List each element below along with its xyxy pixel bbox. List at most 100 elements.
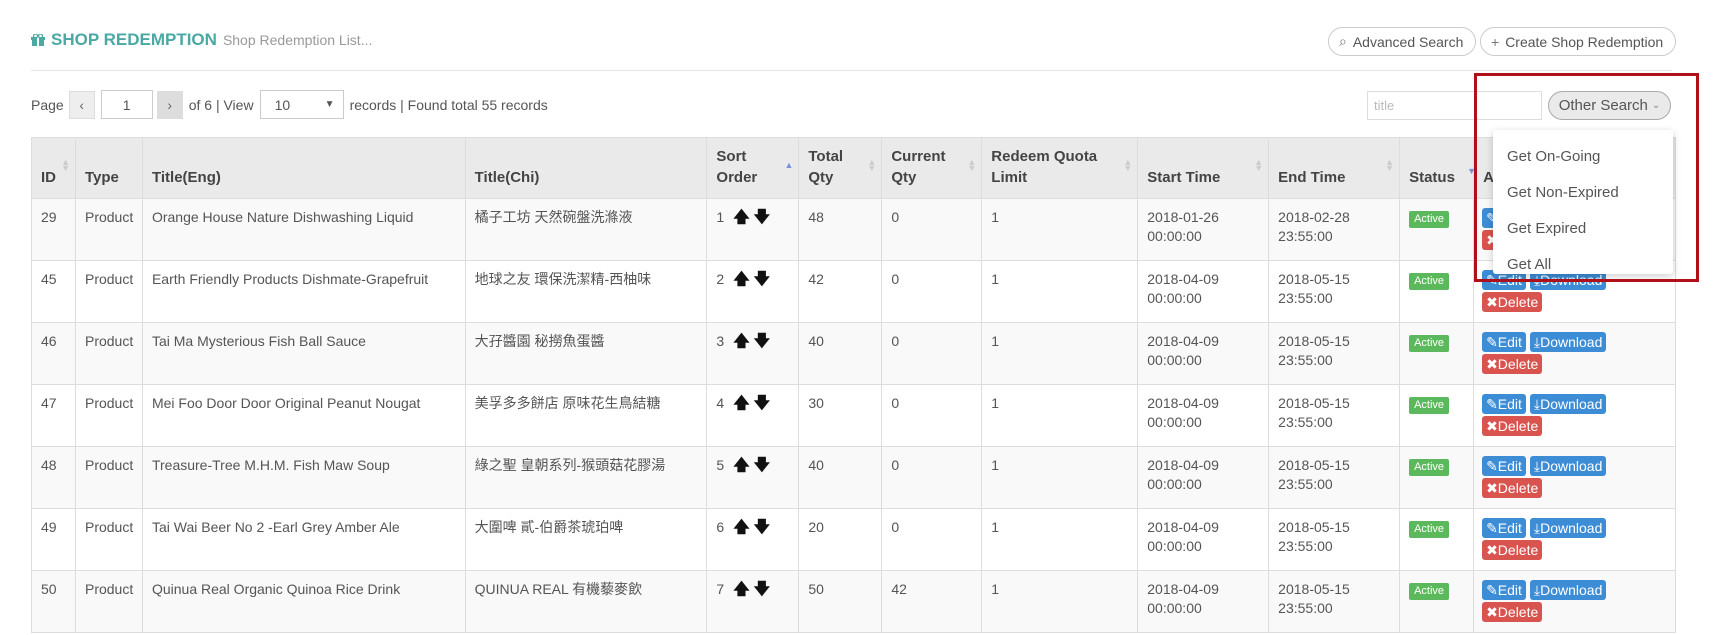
col-total-qty[interactable]: Total Qty ▲ ▼ — [798, 137, 883, 199]
cell-end-time: 2018-05-15 23:55:00 — [1268, 322, 1401, 385]
cell-total-qty: 40 — [798, 322, 883, 385]
status-badge: Active — [1409, 459, 1450, 476]
advanced-search-button[interactable]: ⌕ Advanced Search — [1328, 27, 1476, 56]
delete-button[interactable]: ✖Delete — [1482, 292, 1543, 312]
cell-type: Product — [74, 508, 143, 571]
edit-button[interactable]: ✎Edit — [1482, 456, 1526, 476]
col-title-eng[interactable]: Title(Eng) — [141, 137, 466, 199]
page-header: SHOP REDEMPTION Shop Redemption List... — [31, 30, 372, 58]
edit-button[interactable]: ✎Edit — [1482, 518, 1526, 538]
table-row: 29 Product Orange House Nature Dishwashing… — [31, 198, 1676, 261]
arrow-up-icon[interactable]: 🡅 — [733, 457, 753, 474]
cell-end-time: 2018-05-15 23:55:00 — [1268, 508, 1401, 571]
arrow-up-icon[interactable]: 🡅 — [733, 209, 753, 226]
download-button[interactable]: ⤓Download — [1529, 456, 1607, 476]
page-number-input[interactable] — [100, 90, 153, 119]
delete-button[interactable]: ✖Delete — [1482, 478, 1543, 498]
per-page-select[interactable]: 10 ▼ — [259, 90, 344, 119]
arrow-down-icon[interactable]: 🡇 — [754, 271, 774, 288]
arrow-down-icon[interactable]: 🡇 — [754, 209, 774, 226]
col-status[interactable]: Status ▼ — [1399, 137, 1476, 199]
cell-title-eng: Earth Friendly Products Dishmate-Grapefr… — [141, 260, 466, 323]
download-button[interactable]: ⤓Download — [1529, 580, 1607, 600]
col-title-chi[interactable]: Title(Chi) — [464, 137, 708, 199]
arrow-up-icon[interactable]: 🡅 — [733, 333, 753, 350]
cell-current-qty: 0 — [881, 198, 983, 261]
col-id[interactable]: ID ▲ ▼ — [31, 137, 76, 199]
gift-icon — [31, 34, 45, 46]
status-badge: Active — [1409, 397, 1450, 414]
cell-actions: ✎Edit⤓Download✖Delete — [1473, 570, 1676, 633]
arrow-down-icon[interactable]: 🡇 — [754, 581, 774, 598]
cell-start-time: 2018-04-09 00:00:00 — [1137, 446, 1270, 509]
edit-button[interactable]: ✎Edit — [1482, 580, 1526, 600]
per-page-value: 10 — [274, 96, 291, 113]
cell-id: 46 — [31, 322, 76, 385]
arrow-down-icon[interactable]: 🡇 — [754, 457, 774, 474]
cell-status: Active — [1399, 260, 1475, 323]
table-row: 49 Product Tai Wai Beer No 2 -Earl Grey Am… — [31, 508, 1676, 571]
prev-page-button[interactable]: ‹ — [68, 90, 95, 119]
cell-title-chi: 綠之聖 皇朝系列-猴頭菇花膠湯 — [464, 446, 708, 509]
cell-status: Active — [1399, 198, 1475, 261]
cell-title-chi: 大孖醬園 秘撈魚蛋醬 — [464, 322, 708, 385]
status-badge: Active — [1409, 521, 1450, 538]
cell-status: Active — [1399, 508, 1475, 571]
arrow-up-icon[interactable]: 🡅 — [733, 581, 753, 598]
download-button[interactable]: ⤓Download — [1529, 518, 1607, 538]
delete-button[interactable]: ✖Delete — [1482, 416, 1543, 436]
status-badge: Active — [1409, 211, 1450, 228]
cell-sort-order: 2 🡅🡇 — [706, 260, 800, 323]
cell-title-chi: 美孚多多餅店 原味花生鳥結糖 — [464, 384, 708, 447]
delete-button[interactable]: ✖Delete — [1482, 354, 1543, 374]
col-start-time[interactable]: Start Time ▲ ▼ — [1137, 137, 1270, 199]
col-end-time[interactable]: End Time ▲ ▼ — [1268, 137, 1401, 199]
col-current-qty[interactable]: Current Qty ▲ ▼ — [881, 137, 983, 199]
highlight-box — [1474, 73, 1699, 282]
cell-title-chi: 地球之友 環保洗潔精-西柚味 — [464, 260, 708, 323]
cell-type: Product — [74, 446, 143, 509]
cell-start-time: 2018-04-09 00:00:00 — [1137, 508, 1270, 571]
cell-current-qty: 0 — [881, 508, 983, 571]
arrow-down-icon[interactable]: 🡇 — [754, 333, 774, 350]
cell-total-qty: 48 — [798, 198, 883, 261]
cell-title-eng: Tai Ma Mysterious Fish Ball Sauce — [141, 322, 466, 385]
cell-sort-order: 6 🡅🡇 — [706, 508, 800, 571]
next-page-button[interactable]: › — [156, 90, 183, 119]
edit-button[interactable]: ✎Edit — [1482, 332, 1526, 352]
cell-end-time: 2018-02-28 23:55:00 — [1268, 198, 1401, 261]
arrow-down-icon[interactable]: 🡇 — [754, 395, 774, 412]
cell-type: Product — [74, 384, 143, 447]
download-button[interactable]: ⤓Download — [1529, 394, 1607, 414]
arrow-up-icon[interactable]: 🡅 — [733, 519, 753, 536]
cell-type: Product — [74, 198, 143, 261]
redemption-table: ID ▲ ▼ Type Title(Eng) Title(Chi) Sort Ord… — [31, 137, 1676, 633]
records-text: records | Found total 55 records — [349, 96, 548, 113]
arrow-down-icon[interactable]: 🡇 — [754, 519, 774, 536]
cell-current-qty: 0 — [881, 384, 983, 447]
cell-start-time: 2018-01-26 00:00:00 — [1137, 198, 1270, 261]
delete-button[interactable]: ✖Delete — [1482, 540, 1543, 560]
advanced-search-label: Advanced Search — [1352, 33, 1464, 50]
arrow-up-icon[interactable]: 🡅 — [733, 271, 753, 288]
download-button[interactable]: ⤓Download — [1529, 332, 1607, 352]
cell-total-qty: 40 — [798, 446, 883, 509]
col-type[interactable]: Type — [74, 137, 143, 199]
edit-button[interactable]: ✎Edit — [1482, 394, 1526, 414]
cell-sort-order: 1 🡅🡇 — [706, 198, 800, 261]
pagination: Page ‹ › of 6 | View 10 ▼ records | Foun… — [31, 90, 548, 119]
cell-quota: 1 — [981, 570, 1139, 633]
delete-button[interactable]: ✖Delete — [1482, 602, 1543, 622]
cell-type: Product — [74, 322, 143, 385]
status-badge: Active — [1409, 583, 1450, 600]
cell-sort-order: 7 🡅🡇 — [706, 570, 800, 633]
cell-current-qty: 0 — [881, 446, 983, 509]
cell-quota: 1 — [981, 384, 1139, 447]
arrow-up-icon[interactable]: 🡅 — [733, 395, 753, 412]
col-sort-order[interactable]: Sort Order ▲ — [706, 137, 800, 199]
create-shop-redemption-button[interactable]: + Create Shop Redemption — [1480, 27, 1676, 56]
col-quota-limit[interactable]: Redeem Quota Limit ▲ ▼ — [981, 137, 1139, 199]
cell-sort-order: 4 🡅🡇 — [706, 384, 800, 447]
cell-actions: ✎Edit⤓Download✖Delete — [1473, 508, 1676, 571]
cell-type: Product — [74, 570, 143, 633]
